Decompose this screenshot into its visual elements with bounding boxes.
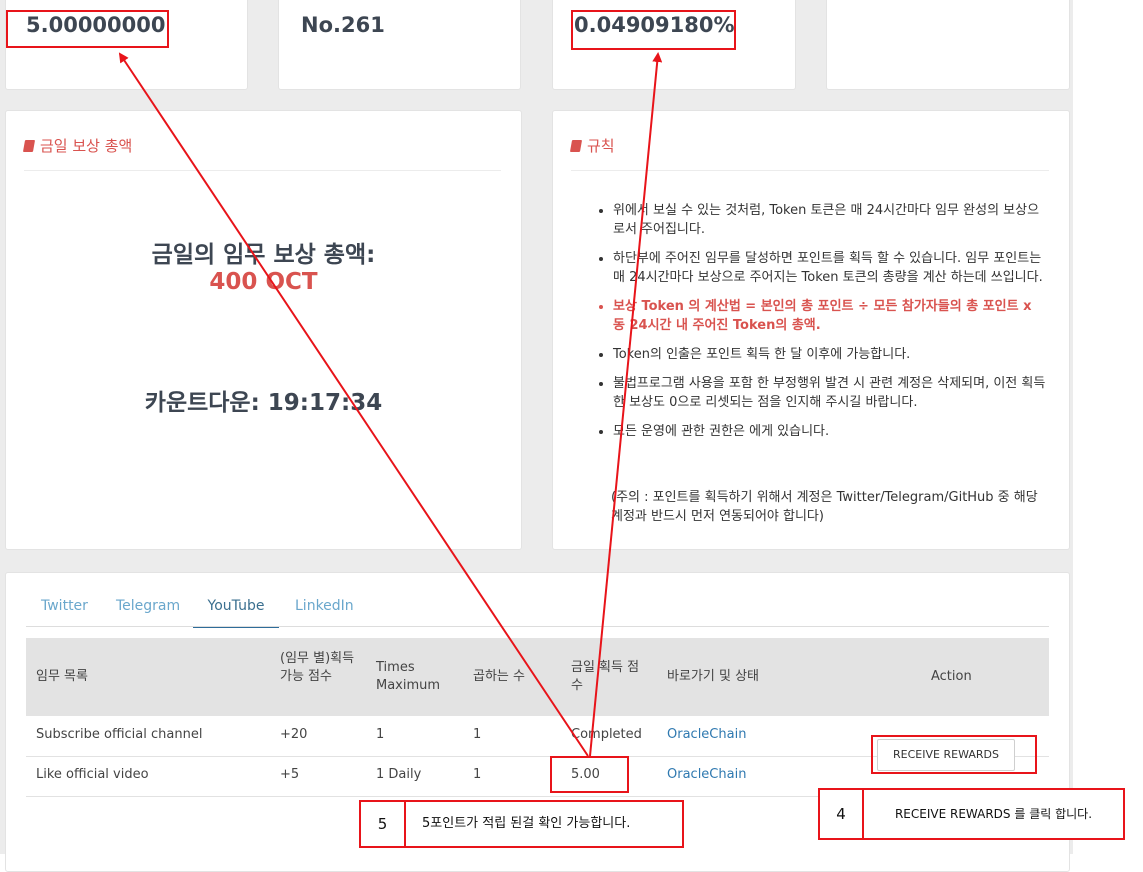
- step4-number: 4: [818, 788, 864, 840]
- arrow-to-ratio: [589, 52, 663, 757]
- annotation-arrows: [118, 52, 663, 757]
- step4-text: RECEIVE REWARDS 를 클릭 합니다.: [862, 788, 1125, 840]
- step5-text: 5포인트가 적립 된걸 확인 가능합니다.: [404, 800, 684, 848]
- arrow-to-points: [118, 52, 589, 757]
- step5-number: 5: [359, 800, 406, 848]
